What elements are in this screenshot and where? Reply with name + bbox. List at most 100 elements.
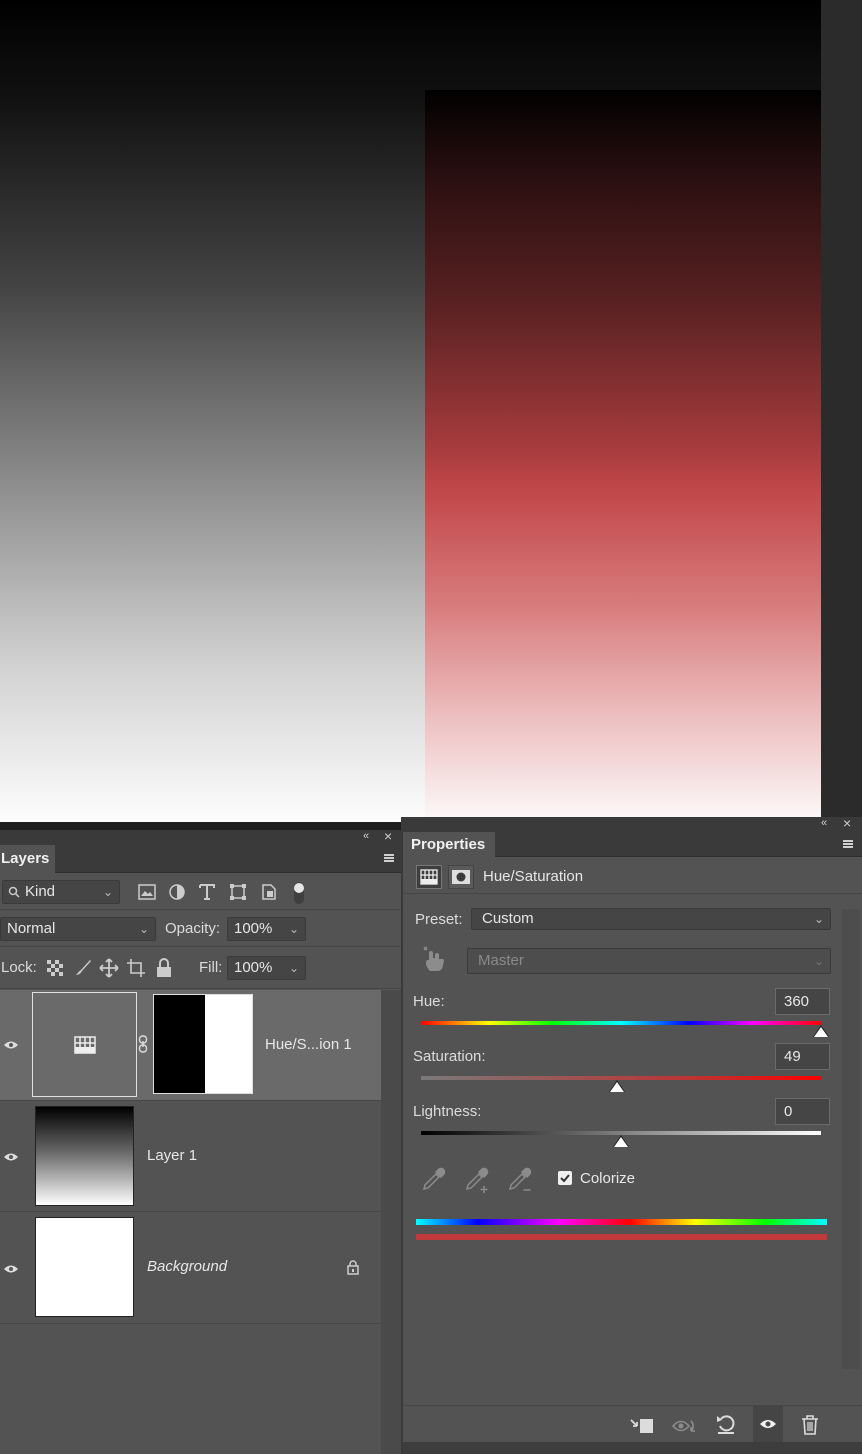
- properties-tab-row: Properties: [403, 832, 862, 857]
- layer-name[interactable]: Layer 1: [147, 1147, 197, 1164]
- add-to-sample-eyedropper-icon[interactable]: [464, 1166, 492, 1194]
- collapse-panels-icon[interactable]: «: [363, 830, 369, 842]
- layer-filter-row: Kind ⌄: [0, 873, 401, 910]
- lock-image-pixels-icon[interactable]: [73, 958, 93, 978]
- properties-bottom-toolbar: [403, 1405, 862, 1443]
- reset-icon[interactable]: [715, 1413, 737, 1435]
- opacity-value: 100%: [234, 920, 273, 937]
- chevron-down-icon: ⌄: [288, 922, 299, 936]
- panel-menu-icon[interactable]: [384, 854, 394, 862]
- lightness-label: Lightness:: [413, 1103, 482, 1120]
- saturation-input[interactable]: 49: [775, 1043, 830, 1070]
- document-canvas[interactable]: [0, 0, 821, 822]
- adjustment-header: Hue/Saturation: [403, 857, 862, 894]
- chevron-down-icon: ⌄: [813, 912, 824, 926]
- close-panel-icon[interactable]: ×: [843, 815, 851, 831]
- visibility-eye-icon[interactable]: [3, 1040, 19, 1050]
- lock-artboard-icon[interactable]: [126, 958, 146, 978]
- opacity-label: Opacity:: [165, 920, 221, 937]
- blend-mode-row: Normal ⌄ Opacity: 100% ⌄: [0, 910, 401, 947]
- canvas-bottom-border: [0, 822, 402, 830]
- chevron-down-icon: ⌄: [138, 922, 149, 936]
- panel-menu-icon[interactable]: [843, 840, 853, 848]
- lock-position-icon[interactable]: [99, 958, 119, 978]
- filter-kind-label: Kind: [25, 883, 56, 900]
- hue-saturation-adjustment-icon: [74, 1036, 96, 1054]
- saturation-label: Saturation:: [413, 1048, 486, 1065]
- mask-link-icon[interactable]: [138, 1035, 148, 1053]
- smart-object-filter-icon[interactable]: [260, 883, 278, 901]
- opacity-field[interactable]: 100% ⌄: [227, 917, 306, 941]
- layer-name[interactable]: Background: [147, 1258, 227, 1275]
- visibility-icon[interactable]: [759, 1418, 777, 1430]
- tab-properties[interactable]: Properties: [403, 832, 496, 857]
- channel-dropdown[interactable]: Master ⌄: [467, 948, 831, 974]
- subtract-from-sample-eyedropper-icon[interactable]: [507, 1166, 535, 1194]
- shape-filter-icon[interactable]: [229, 883, 247, 901]
- chevron-down-icon: ⌄: [288, 961, 299, 975]
- type-filter-icon[interactable]: [198, 883, 216, 901]
- chevron-down-icon: ⌄: [102, 885, 113, 899]
- fill-field[interactable]: 100% ⌄: [227, 956, 306, 980]
- adjustment-filter-icon[interactable]: [168, 883, 186, 901]
- layer-mask-thumbnail[interactable]: [153, 994, 253, 1094]
- visibility-eye-icon[interactable]: [3, 1264, 19, 1274]
- mask-tab-button[interactable]: [448, 865, 474, 889]
- properties-scrollbar[interactable]: [842, 909, 860, 1369]
- targeted-adjustment-hand-icon[interactable]: [421, 945, 447, 973]
- layers-panel-topbar: « ×: [0, 828, 401, 845]
- delete-icon[interactable]: [801, 1415, 819, 1435]
- layer-thumbnail[interactable]: [35, 1217, 134, 1317]
- lightness-slider-thumb[interactable]: [613, 1135, 629, 1148]
- image-filter-icon[interactable]: [138, 884, 156, 900]
- hue-saturation-adjustment-icon: [420, 869, 438, 885]
- fill-label: Fill:: [199, 959, 223, 976]
- hue-slider-track[interactable]: [421, 1021, 821, 1025]
- hue-slider-thumb[interactable]: [813, 1025, 829, 1038]
- filter-kind-dropdown[interactable]: Kind ⌄: [2, 880, 120, 904]
- lightness-input[interactable]: 0: [775, 1098, 830, 1125]
- panel-resize-bar[interactable]: [403, 1442, 862, 1454]
- preset-value: Custom: [482, 910, 534, 927]
- adjustment-thumbnail[interactable]: [32, 992, 137, 1097]
- visibility-eye-icon[interactable]: [3, 1152, 19, 1162]
- mask-icon: [452, 870, 470, 884]
- chevron-down-icon: ⌄: [813, 954, 824, 968]
- result-color-bar: [416, 1234, 827, 1240]
- clip-to-layer-icon[interactable]: [629, 1416, 655, 1436]
- layer-name[interactable]: Hue/S...ion 1: [265, 1036, 352, 1053]
- lock-label: Lock:: [1, 959, 37, 976]
- hue-label: Hue:: [413, 993, 445, 1010]
- hue-input[interactable]: 360: [775, 988, 830, 1015]
- canvas-pasteboard: [821, 0, 862, 818]
- layers-panel: « × Layers Kind ⌄ Normal ⌄ Opacity: 100%…: [0, 828, 401, 1454]
- layer-row-hue-saturation[interactable]: Hue/S...ion 1: [0, 990, 381, 1101]
- tab-layers[interactable]: Layers: [0, 845, 56, 873]
- preset-label: Preset:: [415, 911, 463, 928]
- close-panel-icon[interactable]: ×: [384, 828, 392, 844]
- colorize-checkbox[interactable]: [558, 1171, 572, 1185]
- layer-thumbnail[interactable]: [35, 1106, 134, 1206]
- adjustment-tab-button[interactable]: [416, 865, 442, 889]
- filter-toggle-icon[interactable]: [292, 881, 306, 905]
- properties-panel: « × Properties Hue/Saturation Preset: Cu…: [401, 815, 862, 1454]
- layers-tab-row: Layers: [0, 845, 401, 873]
- lock-transparent-pixels-icon[interactable]: [47, 960, 63, 976]
- colorize-label[interactable]: Colorize: [580, 1170, 635, 1187]
- hue-spectrum-bar: [416, 1219, 827, 1225]
- lock-all-icon[interactable]: [156, 958, 172, 978]
- blend-mode-dropdown[interactable]: Normal ⌄: [0, 917, 156, 941]
- preset-dropdown[interactable]: Custom ⌄: [471, 908, 831, 930]
- layer-row-background[interactable]: Background: [0, 1212, 381, 1324]
- canvas-red-gradient-region: [425, 90, 821, 822]
- properties-panel-topbar: « ×: [403, 815, 862, 832]
- fill-value: 100%: [234, 959, 273, 976]
- view-previous-state-icon[interactable]: [671, 1416, 699, 1436]
- channel-value: Master: [478, 952, 524, 969]
- blend-mode-value: Normal: [7, 920, 56, 937]
- saturation-slider-thumb[interactable]: [609, 1080, 625, 1093]
- eyedropper-icon[interactable]: [421, 1166, 447, 1192]
- layers-scrollbar[interactable]: [381, 990, 401, 1454]
- collapse-panels-icon[interactable]: «: [821, 817, 827, 829]
- layer-row-layer-1[interactable]: Layer 1: [0, 1101, 381, 1212]
